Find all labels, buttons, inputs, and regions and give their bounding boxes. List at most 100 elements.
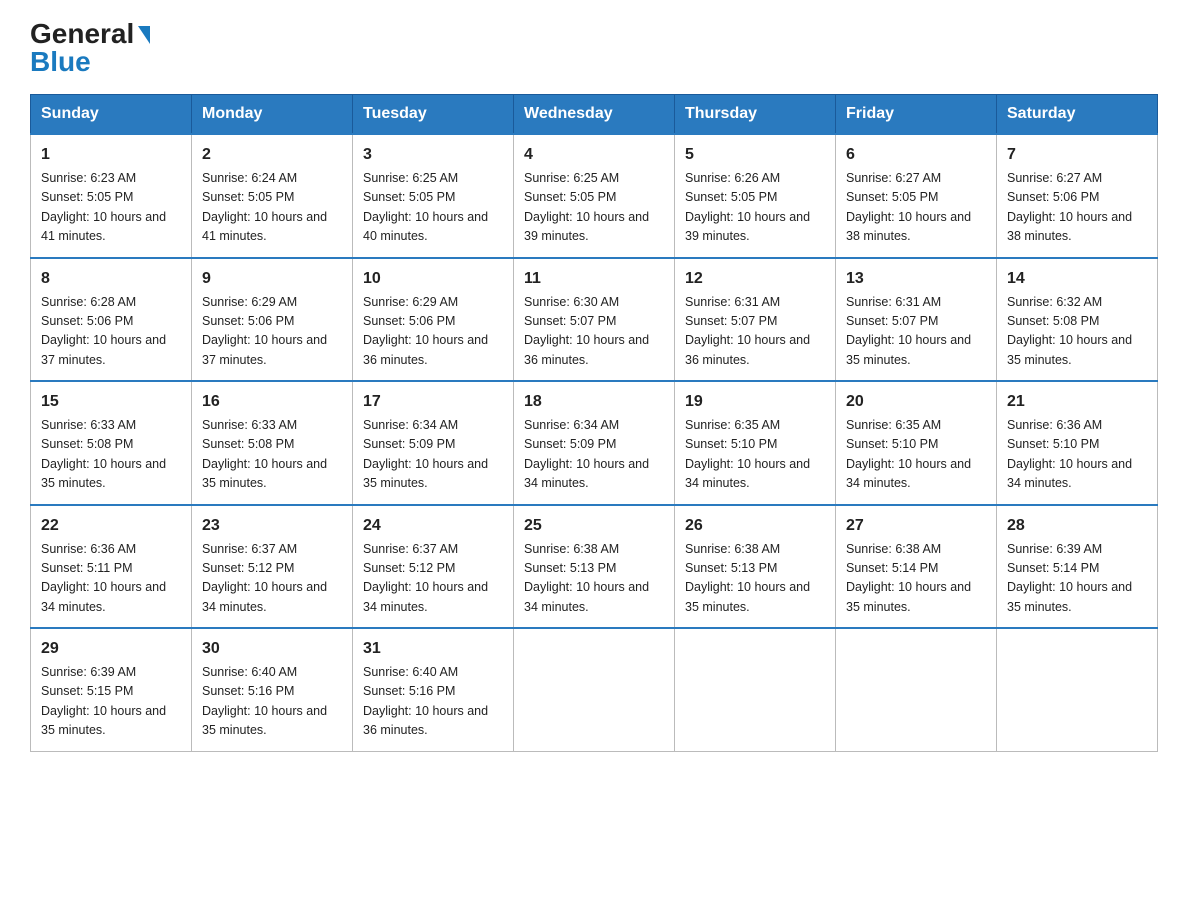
day-number: 26 — [685, 514, 825, 538]
day-info: Sunrise: 6:23 AMSunset: 5:05 PMDaylight:… — [41, 171, 166, 243]
calendar-cell: 5 Sunrise: 6:26 AMSunset: 5:05 PMDayligh… — [675, 134, 836, 258]
day-number: 17 — [363, 390, 503, 414]
column-header-sunday: Sunday — [31, 95, 192, 135]
day-info: Sunrise: 6:38 AMSunset: 5:13 PMDaylight:… — [524, 542, 649, 614]
calendar-cell: 12 Sunrise: 6:31 AMSunset: 5:07 PMDaylig… — [675, 258, 836, 382]
day-info: Sunrise: 6:33 AMSunset: 5:08 PMDaylight:… — [202, 418, 327, 490]
logo-blue-text: Blue — [30, 48, 91, 76]
day-number: 4 — [524, 143, 664, 167]
calendar-cell — [675, 628, 836, 751]
calendar-cell: 28 Sunrise: 6:39 AMSunset: 5:14 PMDaylig… — [997, 505, 1158, 629]
calendar-cell: 29 Sunrise: 6:39 AMSunset: 5:15 PMDaylig… — [31, 628, 192, 751]
calendar-cell: 21 Sunrise: 6:36 AMSunset: 5:10 PMDaylig… — [997, 381, 1158, 505]
calendar-cell: 17 Sunrise: 6:34 AMSunset: 5:09 PMDaylig… — [353, 381, 514, 505]
calendar-cell: 30 Sunrise: 6:40 AMSunset: 5:16 PMDaylig… — [192, 628, 353, 751]
day-info: Sunrise: 6:25 AMSunset: 5:05 PMDaylight:… — [363, 171, 488, 243]
day-number: 7 — [1007, 143, 1147, 167]
day-info: Sunrise: 6:27 AMSunset: 5:06 PMDaylight:… — [1007, 171, 1132, 243]
column-header-friday: Friday — [836, 95, 997, 135]
day-info: Sunrise: 6:29 AMSunset: 5:06 PMDaylight:… — [363, 295, 488, 367]
column-header-monday: Monday — [192, 95, 353, 135]
calendar-cell: 14 Sunrise: 6:32 AMSunset: 5:08 PMDaylig… — [997, 258, 1158, 382]
day-number: 22 — [41, 514, 181, 538]
calendar-cell: 9 Sunrise: 6:29 AMSunset: 5:06 PMDayligh… — [192, 258, 353, 382]
day-number: 28 — [1007, 514, 1147, 538]
day-info: Sunrise: 6:30 AMSunset: 5:07 PMDaylight:… — [524, 295, 649, 367]
calendar-cell: 18 Sunrise: 6:34 AMSunset: 5:09 PMDaylig… — [514, 381, 675, 505]
day-info: Sunrise: 6:37 AMSunset: 5:12 PMDaylight:… — [363, 542, 488, 614]
day-number: 24 — [363, 514, 503, 538]
day-number: 6 — [846, 143, 986, 167]
day-number: 27 — [846, 514, 986, 538]
logo: General Blue — [30, 20, 150, 76]
day-info: Sunrise: 6:32 AMSunset: 5:08 PMDaylight:… — [1007, 295, 1132, 367]
day-number: 10 — [363, 267, 503, 291]
day-info: Sunrise: 6:37 AMSunset: 5:12 PMDaylight:… — [202, 542, 327, 614]
day-number: 2 — [202, 143, 342, 167]
day-info: Sunrise: 6:27 AMSunset: 5:05 PMDaylight:… — [846, 171, 971, 243]
day-info: Sunrise: 6:25 AMSunset: 5:05 PMDaylight:… — [524, 171, 649, 243]
calendar-cell: 26 Sunrise: 6:38 AMSunset: 5:13 PMDaylig… — [675, 505, 836, 629]
day-info: Sunrise: 6:36 AMSunset: 5:10 PMDaylight:… — [1007, 418, 1132, 490]
day-info: Sunrise: 6:40 AMSunset: 5:16 PMDaylight:… — [202, 665, 327, 737]
day-info: Sunrise: 6:34 AMSunset: 5:09 PMDaylight:… — [363, 418, 488, 490]
day-number: 14 — [1007, 267, 1147, 291]
day-number: 30 — [202, 637, 342, 661]
day-info: Sunrise: 6:28 AMSunset: 5:06 PMDaylight:… — [41, 295, 166, 367]
day-info: Sunrise: 6:40 AMSunset: 5:16 PMDaylight:… — [363, 665, 488, 737]
calendar-week-row: 8 Sunrise: 6:28 AMSunset: 5:06 PMDayligh… — [31, 258, 1158, 382]
calendar-cell: 10 Sunrise: 6:29 AMSunset: 5:06 PMDaylig… — [353, 258, 514, 382]
calendar-week-row: 1 Sunrise: 6:23 AMSunset: 5:05 PMDayligh… — [31, 134, 1158, 258]
column-header-saturday: Saturday — [997, 95, 1158, 135]
day-info: Sunrise: 6:31 AMSunset: 5:07 PMDaylight:… — [846, 295, 971, 367]
day-number: 13 — [846, 267, 986, 291]
calendar-cell: 22 Sunrise: 6:36 AMSunset: 5:11 PMDaylig… — [31, 505, 192, 629]
calendar-cell: 8 Sunrise: 6:28 AMSunset: 5:06 PMDayligh… — [31, 258, 192, 382]
day-info: Sunrise: 6:36 AMSunset: 5:11 PMDaylight:… — [41, 542, 166, 614]
day-info: Sunrise: 6:24 AMSunset: 5:05 PMDaylight:… — [202, 171, 327, 243]
calendar-week-row: 29 Sunrise: 6:39 AMSunset: 5:15 PMDaylig… — [31, 628, 1158, 751]
day-number: 3 — [363, 143, 503, 167]
day-number: 15 — [41, 390, 181, 414]
day-number: 9 — [202, 267, 342, 291]
day-info: Sunrise: 6:38 AMSunset: 5:13 PMDaylight:… — [685, 542, 810, 614]
day-number: 21 — [1007, 390, 1147, 414]
day-info: Sunrise: 6:34 AMSunset: 5:09 PMDaylight:… — [524, 418, 649, 490]
day-number: 23 — [202, 514, 342, 538]
day-number: 11 — [524, 267, 664, 291]
calendar-cell: 3 Sunrise: 6:25 AMSunset: 5:05 PMDayligh… — [353, 134, 514, 258]
calendar-cell: 31 Sunrise: 6:40 AMSunset: 5:16 PMDaylig… — [353, 628, 514, 751]
day-info: Sunrise: 6:29 AMSunset: 5:06 PMDaylight:… — [202, 295, 327, 367]
day-info: Sunrise: 6:35 AMSunset: 5:10 PMDaylight:… — [846, 418, 971, 490]
day-number: 18 — [524, 390, 664, 414]
calendar-cell — [836, 628, 997, 751]
page-header: General Blue — [30, 20, 1158, 76]
calendar-week-row: 15 Sunrise: 6:33 AMSunset: 5:08 PMDaylig… — [31, 381, 1158, 505]
day-info: Sunrise: 6:38 AMSunset: 5:14 PMDaylight:… — [846, 542, 971, 614]
logo-general-text: General — [30, 20, 134, 48]
day-number: 19 — [685, 390, 825, 414]
calendar-cell: 20 Sunrise: 6:35 AMSunset: 5:10 PMDaylig… — [836, 381, 997, 505]
day-number: 20 — [846, 390, 986, 414]
logo-triangle-icon — [138, 26, 150, 44]
calendar-cell: 11 Sunrise: 6:30 AMSunset: 5:07 PMDaylig… — [514, 258, 675, 382]
calendar-cell: 24 Sunrise: 6:37 AMSunset: 5:12 PMDaylig… — [353, 505, 514, 629]
calendar-cell: 4 Sunrise: 6:25 AMSunset: 5:05 PMDayligh… — [514, 134, 675, 258]
calendar-cell: 7 Sunrise: 6:27 AMSunset: 5:06 PMDayligh… — [997, 134, 1158, 258]
calendar-table: SundayMondayTuesdayWednesdayThursdayFrid… — [30, 94, 1158, 752]
calendar-cell — [997, 628, 1158, 751]
calendar-cell: 1 Sunrise: 6:23 AMSunset: 5:05 PMDayligh… — [31, 134, 192, 258]
calendar-header-row: SundayMondayTuesdayWednesdayThursdayFrid… — [31, 95, 1158, 135]
calendar-cell: 2 Sunrise: 6:24 AMSunset: 5:05 PMDayligh… — [192, 134, 353, 258]
day-info: Sunrise: 6:39 AMSunset: 5:14 PMDaylight:… — [1007, 542, 1132, 614]
day-number: 5 — [685, 143, 825, 167]
column-header-wednesday: Wednesday — [514, 95, 675, 135]
day-info: Sunrise: 6:35 AMSunset: 5:10 PMDaylight:… — [685, 418, 810, 490]
calendar-cell: 16 Sunrise: 6:33 AMSunset: 5:08 PMDaylig… — [192, 381, 353, 505]
day-number: 31 — [363, 637, 503, 661]
calendar-cell: 25 Sunrise: 6:38 AMSunset: 5:13 PMDaylig… — [514, 505, 675, 629]
column-header-tuesday: Tuesday — [353, 95, 514, 135]
calendar-cell: 19 Sunrise: 6:35 AMSunset: 5:10 PMDaylig… — [675, 381, 836, 505]
calendar-cell: 23 Sunrise: 6:37 AMSunset: 5:12 PMDaylig… — [192, 505, 353, 629]
day-info: Sunrise: 6:26 AMSunset: 5:05 PMDaylight:… — [685, 171, 810, 243]
